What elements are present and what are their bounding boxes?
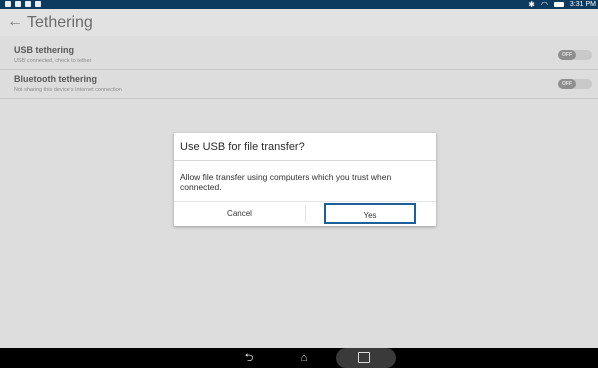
dialog-title: Use USB for file transfer?: [180, 141, 305, 153]
setting-bluetooth-tethering[interactable]: Bluetooth tethering Not sharing this dev…: [0, 69, 598, 99]
setting-title: Bluetooth tethering: [14, 74, 97, 84]
battery-icon: [553, 2, 564, 7]
notification-icon: [5, 1, 11, 7]
dialog-message: Allow file transfer using computers whic…: [180, 172, 392, 192]
back-arrow-icon[interactable]: ←: [7, 12, 23, 32]
status-notification-icons: [5, 1, 41, 7]
image-icon: [15, 1, 21, 7]
app-bar: ← Tethering: [0, 9, 598, 36]
wifi-icon: ◠: [540, 0, 548, 9]
status-bar: ✱ ◠ 3:31 PM: [0, 0, 598, 9]
toggle-knob: OFF: [558, 79, 576, 89]
bottom-edge: [0, 368, 598, 374]
yes-button[interactable]: Yes: [324, 203, 416, 224]
dialog-divider: [174, 160, 436, 161]
setting-subtitle: USB connected, check to tether: [14, 58, 92, 64]
lock-icon: [25, 1, 31, 7]
recent-apps-button[interactable]: [336, 348, 396, 368]
toggle-knob: OFF: [558, 50, 576, 60]
setting-title: USB tethering: [14, 45, 75, 55]
sync-icon: [35, 1, 41, 7]
setting-usb-tethering[interactable]: USB tethering USB connected, check to te…: [0, 40, 598, 70]
status-time: 3:31 PM: [569, 1, 596, 8]
usb-tethering-toggle[interactable]: OFF: [558, 50, 592, 60]
page-title: Tethering: [27, 14, 93, 31]
navigation-bar: ⮌ ⌂: [0, 348, 598, 368]
cancel-button[interactable]: Cancel: [174, 202, 305, 226]
home-icon[interactable]: ⌂: [296, 350, 312, 366]
status-system-icons: ✱ ◠ 3:31 PM: [528, 0, 596, 9]
setting-subtitle: Not sharing this device's Internet conne…: [14, 87, 122, 93]
recent-apps-icon: [358, 352, 370, 363]
bluetooth-icon: ✱: [528, 0, 535, 9]
back-icon[interactable]: ⮌: [241, 350, 257, 366]
button-separator: [305, 205, 306, 223]
usb-file-transfer-dialog: Use USB for file transfer? Allow file tr…: [174, 133, 436, 226]
bluetooth-tethering-toggle[interactable]: OFF: [558, 79, 592, 89]
